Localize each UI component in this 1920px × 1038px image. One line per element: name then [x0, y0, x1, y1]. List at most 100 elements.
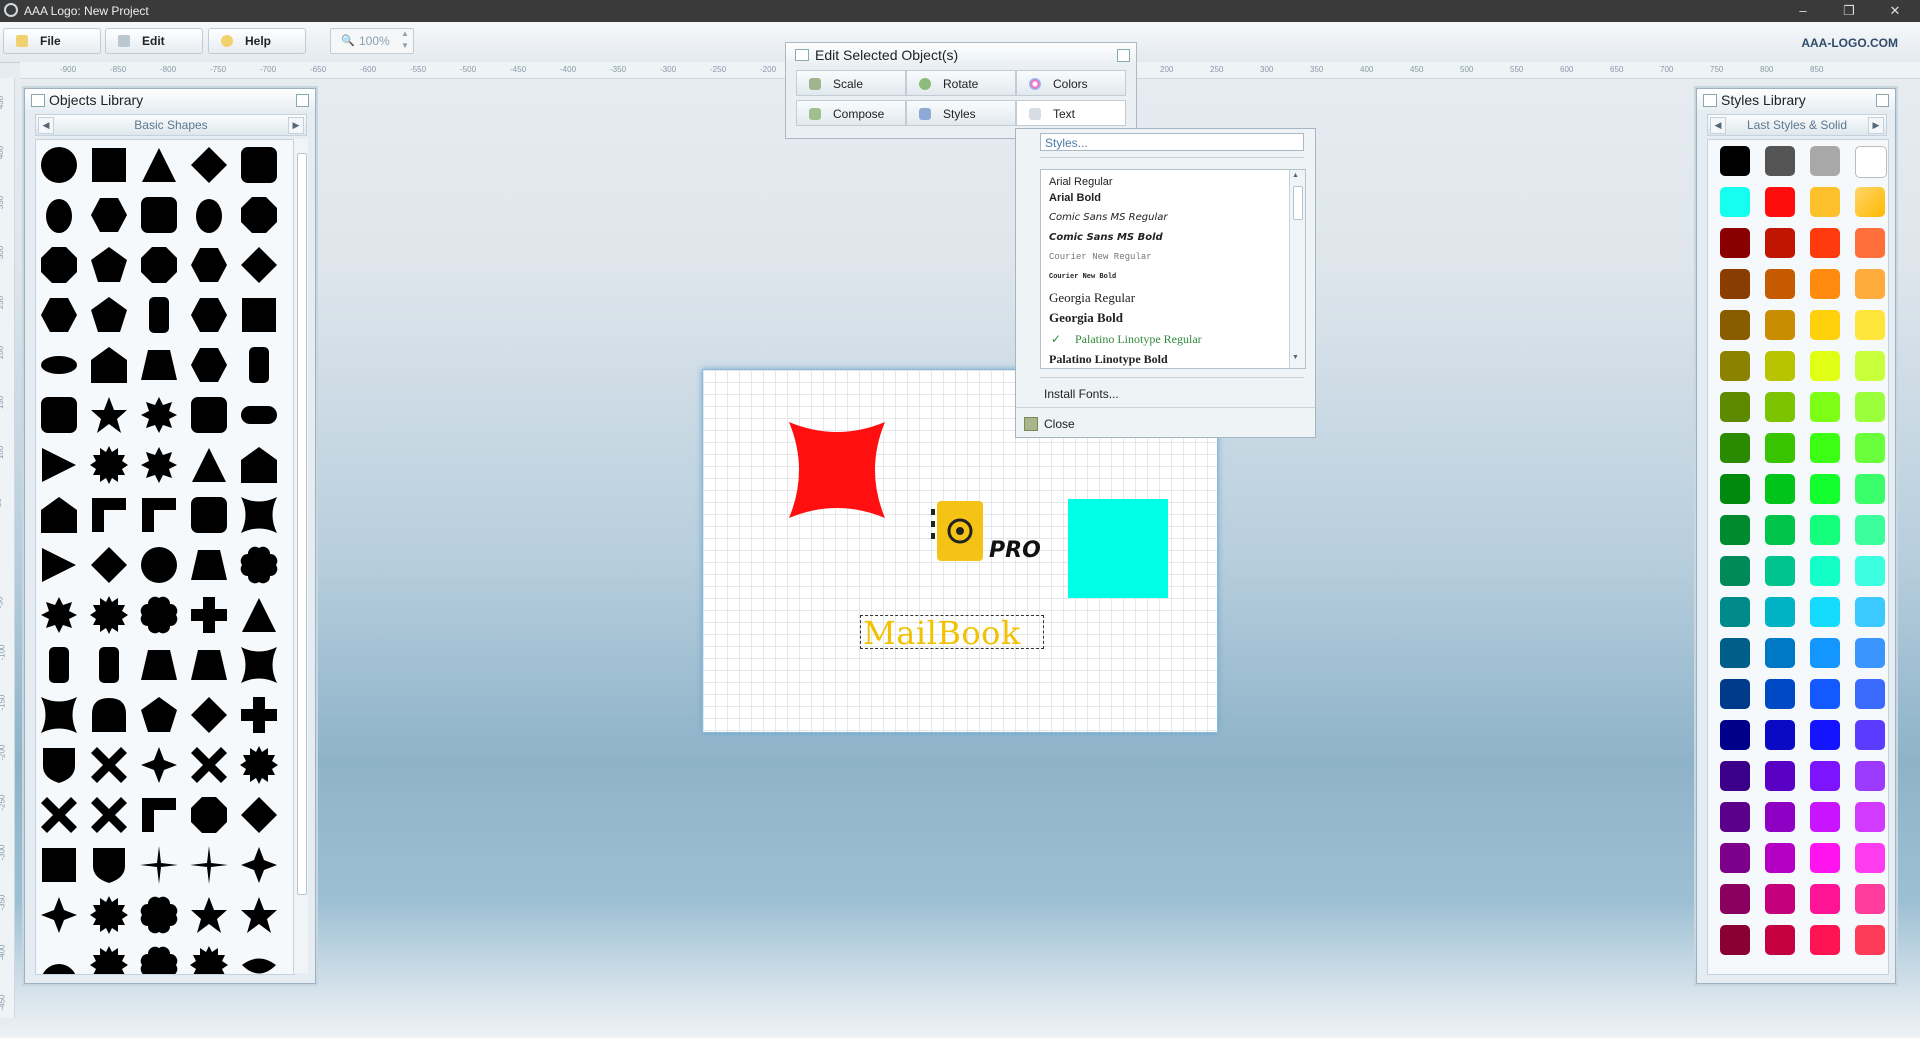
- color-swatch[interactable]: [1855, 884, 1885, 914]
- trapez-shape[interactable]: [140, 646, 178, 684]
- hexagon-shape[interactable]: [90, 196, 128, 234]
- styles-button[interactable]: Styles: [906, 100, 1016, 126]
- shield-shape[interactable]: [90, 846, 128, 884]
- color-swatch[interactable]: [1855, 515, 1885, 545]
- color-swatch[interactable]: [1810, 802, 1840, 832]
- scroll-up-arrow[interactable]: ▲: [1292, 172, 1299, 179]
- logo-pro-text[interactable]: PRO: [989, 538, 1041, 563]
- color-swatch[interactable]: [1855, 433, 1885, 463]
- close-menu-item[interactable]: Close: [1044, 417, 1075, 431]
- font-item[interactable]: Arial Regular: [1049, 176, 1113, 188]
- color-swatch[interactable]: [1720, 433, 1750, 463]
- rsquare-shape[interactable]: [190, 496, 228, 534]
- color-swatch[interactable]: [1765, 720, 1795, 750]
- egg-shape[interactable]: [40, 196, 78, 234]
- zoom-up-arrow[interactable]: ▲: [401, 29, 409, 38]
- edit-menu-button[interactable]: Edit: [105, 28, 203, 54]
- triangle-shape[interactable]: [140, 146, 178, 184]
- xshape-shape[interactable]: [190, 746, 228, 784]
- dialog-minimize-button[interactable]: [1117, 49, 1130, 62]
- star4-shape[interactable]: [40, 896, 78, 934]
- color-swatch[interactable]: [1810, 515, 1840, 545]
- cross-shape[interactable]: [190, 596, 228, 634]
- flower-shape[interactable]: [240, 546, 278, 584]
- star8-shape[interactable]: [40, 596, 78, 634]
- flower-shape[interactable]: [140, 896, 178, 934]
- font-item[interactable]: Courier New Bold: [1049, 273, 1116, 281]
- color-swatch[interactable]: [1720, 474, 1750, 504]
- circle-shape[interactable]: [140, 546, 178, 584]
- color-swatch[interactable]: [1855, 351, 1885, 381]
- concave-shape[interactable]: [240, 646, 278, 684]
- octagon-shape[interactable]: [190, 796, 228, 834]
- color-swatch[interactable]: [1720, 925, 1750, 955]
- flower-shape[interactable]: [140, 946, 178, 974]
- color-swatch[interactable]: [1855, 679, 1885, 709]
- font-item[interactable]: Comic Sans MS Regular: [1049, 212, 1167, 223]
- colors-button[interactable]: Colors: [1016, 70, 1126, 96]
- close-window-button[interactable]: ✕: [1872, 0, 1918, 22]
- diamond-shape[interactable]: [90, 546, 128, 584]
- font-list[interactable]: Arial Regular Arial Bold Comic Sans MS R…: [1040, 169, 1306, 369]
- styles-field[interactable]: Styles...: [1040, 133, 1304, 151]
- color-swatch[interactable]: [1765, 392, 1795, 422]
- category-next-arrow[interactable]: ▶: [1868, 117, 1884, 134]
- star8-shape[interactable]: [140, 446, 178, 484]
- hexagon-shape[interactable]: [190, 346, 228, 384]
- color-swatch[interactable]: [1855, 228, 1885, 258]
- color-swatch[interactable]: [1855, 843, 1885, 873]
- dome-shape[interactable]: [90, 696, 128, 734]
- octagon-shape[interactable]: [140, 246, 178, 284]
- color-swatch[interactable]: [1855, 556, 1885, 586]
- star5-shape[interactable]: [190, 896, 228, 934]
- lshape-shape[interactable]: [140, 496, 178, 534]
- color-swatch[interactable]: [1720, 351, 1750, 381]
- color-swatch[interactable]: [1810, 884, 1840, 914]
- color-swatch[interactable]: [1765, 146, 1795, 176]
- pillv-shape[interactable]: [140, 296, 178, 334]
- category-prev-arrow[interactable]: ◀: [38, 117, 54, 134]
- color-swatch[interactable]: [1810, 392, 1840, 422]
- pill-shape[interactable]: [240, 396, 278, 434]
- font-item[interactable]: Courier New Regular: [1049, 252, 1152, 262]
- font-list-scroll-thumb[interactable]: [1293, 186, 1303, 220]
- hexagon-shape[interactable]: [190, 296, 228, 334]
- octagon-shape[interactable]: [40, 246, 78, 284]
- minimize-panel-button[interactable]: [296, 94, 309, 107]
- color-swatch[interactable]: [1810, 269, 1840, 299]
- color-swatch[interactable]: [1720, 269, 1750, 299]
- color-swatch[interactable]: [1810, 146, 1840, 176]
- star5-shape[interactable]: [240, 896, 278, 934]
- brand-link[interactable]: AAA-LOGO.COM: [1801, 36, 1898, 50]
- tri_r-shape[interactable]: [40, 446, 78, 484]
- color-swatch[interactable]: [1765, 802, 1795, 832]
- sparkle-shape[interactable]: [140, 846, 178, 884]
- house-shape[interactable]: [90, 346, 128, 384]
- diamond-shape[interactable]: [190, 696, 228, 734]
- star4-shape[interactable]: [240, 846, 278, 884]
- minimize-panel-button[interactable]: [1876, 94, 1889, 107]
- color-swatch[interactable]: [1765, 884, 1795, 914]
- color-swatch[interactable]: [1810, 187, 1840, 217]
- burst-shape[interactable]: [90, 596, 128, 634]
- color-swatch[interactable]: [1720, 392, 1750, 422]
- color-swatch[interactable]: [1810, 720, 1840, 750]
- color-swatch[interactable]: [1855, 802, 1885, 832]
- color-swatch[interactable]: [1855, 761, 1885, 791]
- color-swatch[interactable]: [1810, 843, 1840, 873]
- color-swatch[interactable]: [1720, 556, 1750, 586]
- hexagon-shape[interactable]: [40, 296, 78, 334]
- file-menu-button[interactable]: File: [3, 28, 101, 54]
- font-item[interactable]: Palatino Linotype Bold: [1049, 352, 1168, 367]
- color-swatch[interactable]: [1720, 638, 1750, 668]
- diamond-shape[interactable]: [240, 796, 278, 834]
- color-swatch[interactable]: [1765, 679, 1795, 709]
- minimize-button[interactable]: –: [1780, 0, 1826, 22]
- color-swatch[interactable]: [1720, 597, 1750, 627]
- color-swatch[interactable]: [1765, 925, 1795, 955]
- pillv-shape[interactable]: [90, 646, 128, 684]
- color-swatch[interactable]: [1855, 474, 1885, 504]
- trapez-shape[interactable]: [140, 346, 178, 384]
- color-swatch[interactable]: [1765, 474, 1795, 504]
- color-swatch[interactable]: [1855, 310, 1885, 340]
